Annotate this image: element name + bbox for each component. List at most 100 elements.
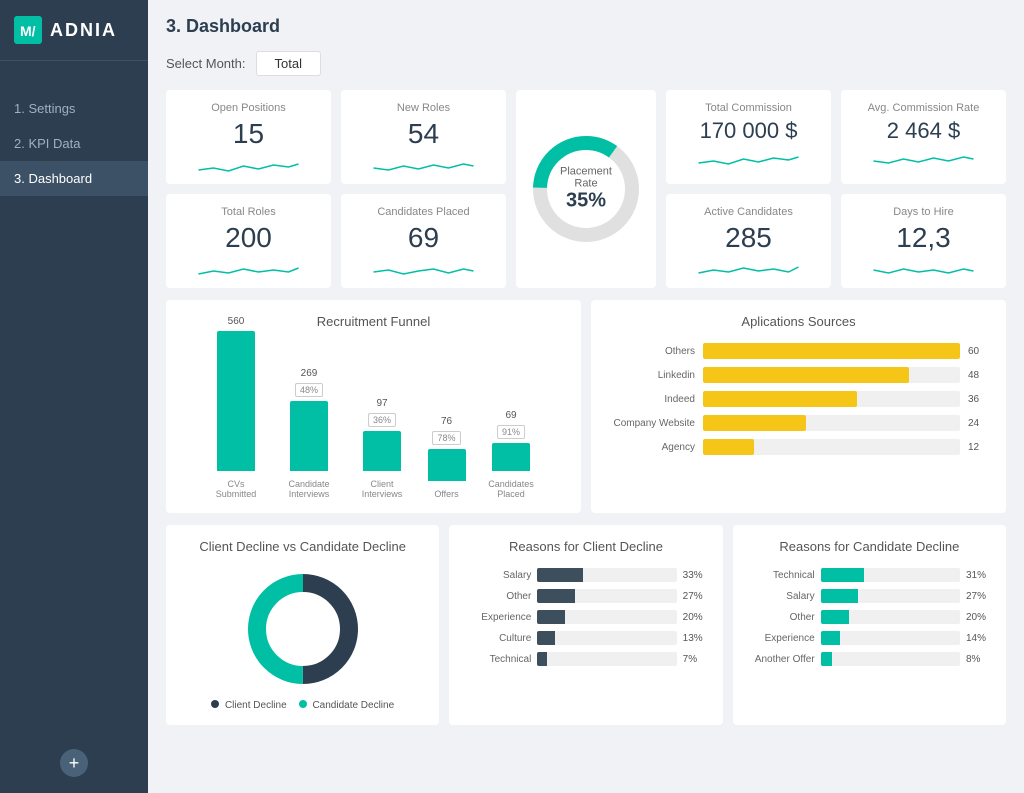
funnel-client-interviews-value: 97 — [376, 398, 387, 409]
source-others-bar-wrap — [703, 343, 960, 359]
client-experience-bar-wrap — [537, 610, 676, 624]
client-other-bar-wrap — [537, 589, 676, 603]
kpi-avg-commission-value: 2 464 $ — [855, 118, 992, 144]
funnel-interviews-label: Candidate Interviews — [282, 479, 337, 499]
candidate-decline-card: Reasons for Candidate Decline Technical … — [733, 525, 1006, 725]
kpi-total-commission-value: 170 000 $ — [680, 118, 817, 144]
source-agency: Agency 12 — [605, 439, 992, 455]
page-title: 3. Dashboard — [166, 16, 280, 37]
kpi-new-roles-label: New Roles — [355, 102, 492, 114]
client-technical-bar — [537, 652, 547, 666]
decline-donut-svg: 50% 50% — [238, 564, 368, 694]
sidebar-item-kpi[interactable]: 2. KPI Data — [0, 126, 148, 161]
kpi-new-roles-value: 54 — [355, 118, 492, 150]
sidebar-item-settings[interactable]: 1. Settings — [0, 91, 148, 126]
cand-technical-value: 31% — [966, 570, 992, 581]
client-experience-label: Experience — [463, 612, 531, 623]
cand-another-value: 8% — [966, 654, 992, 665]
svg-text:50%: 50% — [266, 624, 286, 635]
cand-salary-row: Salary 27% — [747, 589, 992, 603]
filter-row: Select Month: Total — [166, 51, 1006, 76]
logo-text: ADNIA — [50, 20, 117, 41]
add-button[interactable]: + — [60, 749, 88, 777]
sidebar-bottom: + — [0, 733, 148, 793]
client-experience-row: Experience 20% — [463, 610, 708, 624]
funnel-client-pct: 36% — [368, 413, 396, 427]
sparkline-avg-commission — [855, 148, 992, 170]
funnel-bar-cvs: 560 CVs Submitted — [209, 316, 264, 499]
funnel-client-bar — [363, 431, 401, 471]
kpi-total-roles-label: Total Roles — [180, 206, 317, 218]
source-indeed-bar — [703, 391, 857, 407]
kpi-candidates-placed-value: 69 — [355, 222, 492, 254]
funnel-chart-card: Recruitment Funnel 560 CVs Submitted 269… — [166, 300, 581, 513]
client-experience-bar — [537, 610, 565, 624]
funnel-interviews-pct: 48% — [295, 383, 323, 397]
source-indeed-label: Indeed — [605, 394, 695, 405]
source-agency-bar-wrap — [703, 439, 960, 455]
cand-other-bar — [821, 610, 849, 624]
funnel-placed-pct: 91% — [497, 425, 525, 439]
client-other-value: 27% — [683, 591, 709, 602]
cand-experience-label: Experience — [747, 633, 815, 644]
page-header: 3. Dashboard — [166, 16, 1006, 37]
kpi-total-commission-label: Total Commission — [680, 102, 817, 114]
sparkline-active-candidates — [680, 258, 817, 280]
client-technical-value: 7% — [683, 654, 709, 665]
client-culture-row: Culture 13% — [463, 631, 708, 645]
kpi-candidates-placed-label: Candidates Placed — [355, 206, 492, 218]
source-others-bar — [703, 343, 960, 359]
bottom-row: Client Decline vs Candidate Decline 50% … — [166, 525, 1006, 725]
client-culture-bar-wrap — [537, 631, 676, 645]
decline-donut-container: 50% 50% Client Decline Candidate Decline — [180, 564, 425, 711]
cand-salary-value: 27% — [966, 591, 992, 602]
cand-other-row: Other 20% — [747, 610, 992, 624]
kpi-open-positions: Open Positions 15 — [166, 90, 331, 184]
client-culture-value: 13% — [683, 633, 709, 644]
cand-technical-bar — [821, 568, 864, 582]
legend-client-dot — [211, 700, 219, 708]
kpi-avg-commission: Avg. Commission Rate 2 464 $ — [841, 90, 1006, 184]
client-culture-bar — [537, 631, 555, 645]
funnel-offers-value: 76 — [441, 416, 452, 427]
funnel-placed-label: Candidates Placed — [484, 479, 539, 499]
legend-candidate-dot — [299, 700, 307, 708]
funnel-bar-placed: 69 91% Candidates Placed — [484, 410, 539, 499]
funnel-client-label: Client Interviews — [355, 479, 410, 499]
client-salary-label: Salary — [463, 570, 531, 581]
client-salary-bar — [537, 568, 583, 582]
cand-technical-label: Technical — [747, 570, 815, 581]
source-linkedin-bar — [703, 367, 909, 383]
client-culture-label: Culture — [463, 633, 531, 644]
cand-experience-row: Experience 14% — [747, 631, 992, 645]
client-other-row: Other 27% — [463, 589, 708, 603]
source-company-bar-wrap — [703, 415, 960, 431]
funnel-offers-pct: 78% — [432, 431, 460, 445]
source-agency-label: Agency — [605, 442, 695, 453]
decline-donut-card: Client Decline vs Candidate Decline 50% … — [166, 525, 439, 725]
client-technical-row: Technical 7% — [463, 652, 708, 666]
sparkline-total-commission — [680, 148, 817, 170]
kpi-days-to-hire-value: 12,3 — [855, 222, 992, 254]
source-linkedin-label: Linkedin — [605, 370, 695, 381]
kpi-new-roles: New Roles 54 — [341, 90, 506, 184]
cand-experience-bar-wrap — [821, 631, 960, 645]
sidebar-item-dashboard[interactable]: 3. Dashboard — [0, 161, 148, 196]
funnel-cvs-label: CVs Submitted — [209, 479, 264, 499]
main-content: 3. Dashboard Select Month: Total Open Po… — [148, 0, 1024, 793]
funnel-bar-offers: 76 78% Offers — [428, 416, 466, 499]
candidate-decline-title: Reasons for Candidate Decline — [747, 539, 992, 554]
candidate-decline-chart: Technical 31% Salary 27% Other — [747, 564, 992, 677]
source-indeed: Indeed 36 — [605, 391, 992, 407]
sources-chart: Others 60 Linkedin 48 Indeed — [605, 339, 992, 467]
logo: M/ ADNIA — [0, 0, 148, 61]
source-linkedin-value: 48 — [968, 370, 992, 381]
funnel-placed-bar — [492, 443, 530, 471]
cand-other-bar-wrap — [821, 610, 960, 624]
cand-salary-label: Salary — [747, 591, 815, 602]
filter-month-button[interactable]: Total — [256, 51, 321, 76]
svg-text:M/: M/ — [20, 23, 36, 39]
placement-rate-card: Placement Rate 35% — [516, 90, 656, 288]
source-others: Others 60 — [605, 343, 992, 359]
client-technical-label: Technical — [463, 654, 531, 665]
